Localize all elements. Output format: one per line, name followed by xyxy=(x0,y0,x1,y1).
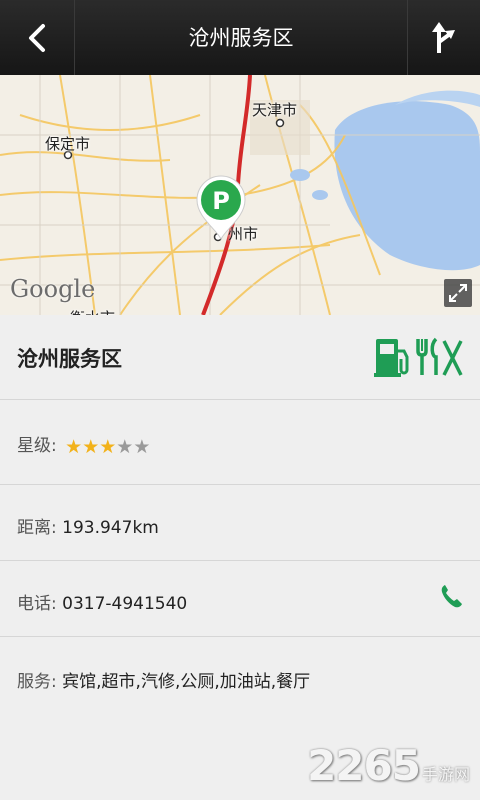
map-label-baoding: 保定市 xyxy=(45,135,91,153)
back-button[interactable] xyxy=(0,0,75,75)
restaurant-icon xyxy=(416,337,463,376)
services-value: 宾馆,超市,汽修,公厕,加油站,餐厅 xyxy=(62,672,311,692)
service-area-name: 沧州服务区 xyxy=(17,347,122,371)
watermark-logo: 2265 手游网 xyxy=(307,741,470,790)
phone-value: 0317-4941540 xyxy=(62,594,188,614)
phone-row[interactable]: 电话: 0317-4941540 xyxy=(0,560,480,637)
page-title: 沧州服务区 xyxy=(188,26,294,50)
map-label-tianjin: 天津市 xyxy=(252,101,298,119)
watermark-text: 手游网 xyxy=(421,765,470,784)
detail-panel: 沧州服务区 星级: ★★★★★ 距离: 193.947km 电话: 0317-4… xyxy=(0,315,480,800)
expand-icon xyxy=(449,284,467,302)
gas-station-icon xyxy=(374,339,409,377)
expand-map-button[interactable] xyxy=(444,279,472,307)
star-icon: ★ xyxy=(116,436,134,458)
navigate-button[interactable] xyxy=(407,0,480,75)
star-icon: ★ xyxy=(133,436,151,458)
google-logo: Google xyxy=(10,275,96,303)
services-row: 服务: 宾馆,超市,汽修,公厕,加油站,餐厅 xyxy=(0,636,480,716)
parking-marker-icon[interactable]: P xyxy=(194,173,248,241)
service-area-header: 沧州服务区 xyxy=(0,315,480,400)
star-icon: ★ xyxy=(99,436,117,458)
star-rating: ★★★★★ xyxy=(65,438,150,458)
phone-label: 电话: xyxy=(17,594,57,614)
route-turn-icon xyxy=(432,21,455,53)
services-label: 服务: xyxy=(17,672,57,692)
map-label-bottom: 衡水市 xyxy=(70,307,115,315)
distance-value: 193.947km xyxy=(62,518,159,538)
service-icons xyxy=(374,337,464,377)
rating-row: 星级: ★★★★★ xyxy=(0,399,480,485)
star-icon: ★ xyxy=(82,436,100,458)
back-arrow-icon xyxy=(29,23,45,52)
distance-label: 距离: xyxy=(17,518,57,538)
star-icon: ★ xyxy=(65,436,83,458)
distance-row: 距离: 193.947km xyxy=(0,484,480,561)
map-view[interactable]: 天津市 保定市 州市 衡水市 P Google xyxy=(0,75,480,315)
watermark-number: 2265 xyxy=(307,741,421,790)
phone-call-icon[interactable] xyxy=(440,583,464,609)
title-bar: 沧州服务区 xyxy=(0,0,480,75)
rating-label: 星级: xyxy=(17,436,57,456)
marker-letter: P xyxy=(212,187,230,215)
